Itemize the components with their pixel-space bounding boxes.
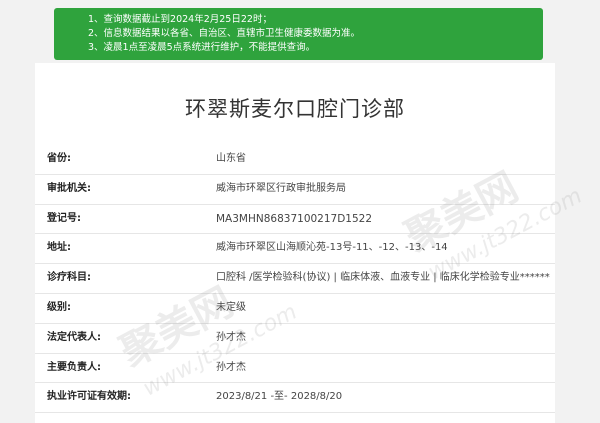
row-label: 法定代表人: xyxy=(47,331,101,343)
row-label: 主要负责人: xyxy=(47,361,101,373)
notice-banner: 1、查询数据截止到2024年2月25日22时； 2、信息数据结果以各省、自治区、… xyxy=(54,8,543,60)
table-row-principal: 主要负责人: 孙才杰 xyxy=(35,354,555,384)
table-row-authority: 审批机关: 威海市环翠区行政审批服务局 xyxy=(35,175,555,205)
table-row-province: 省份: 山东省 xyxy=(35,145,555,175)
row-label: 地址: xyxy=(47,242,71,254)
row-value: 口腔科 /医学检验科(协议) | 临床体液、血液专业 | 临床化学检验专业***… xyxy=(216,272,550,284)
row-value: 未定级 xyxy=(216,301,246,313)
row-value: 孙才杰 xyxy=(216,331,246,343)
row-value: MA3MHN86837100217D1522 xyxy=(216,212,373,225)
row-label: 诊疗科目: xyxy=(47,272,91,284)
table-row-legal-rep: 法定代表人: 孙才杰 xyxy=(35,324,555,354)
row-label: 登记号: xyxy=(47,212,81,224)
notice-line: 1、查询数据截止到2024年2月25日22时； xyxy=(88,14,272,25)
table-row-level: 级别: 未定级 xyxy=(35,294,555,324)
row-value: 孙才杰 xyxy=(216,361,246,373)
row-value: 2023/8/21 -至- 2028/8/20 xyxy=(216,391,343,403)
row-value: 威海市环翠区山海顺沁苑-13号-11、-12、-13、-14 xyxy=(216,242,448,254)
table-row-license-validity: 执业许可证有效期: 2023/8/21 -至- 2028/8/20 xyxy=(35,383,555,414)
detail-card: 环翠斯麦尔口腔门诊部 省份: 山东省 审批机关: 威海市环翠区行政审批服务局 登… xyxy=(35,63,555,423)
row-label: 执业许可证有效期: xyxy=(47,391,131,403)
notice-line: 2、信息数据结果以各省、自治区、直辖市卫生健康委数据为准。 xyxy=(88,28,361,39)
page-title: 环翠斯麦尔口腔门诊部 xyxy=(185,97,405,121)
row-label: 省份: xyxy=(47,153,71,164)
table-row-departments: 诊疗科目: 口腔科 /医学检验科(协议) | 临床体液、血液专业 | 临床化学检… xyxy=(35,264,555,294)
detail-table: 省份: 山东省 审批机关: 威海市环翠区行政审批服务局 登记号: MA3MHN8… xyxy=(35,145,555,414)
notice-line: 3、凌晨1点至凌晨5点系统进行维护，不能提供查询。 xyxy=(88,42,316,53)
table-row-address: 地址: 威海市环翠区山海顺沁苑-13号-11、-12、-13、-14 xyxy=(35,234,555,265)
row-value: 山东省 xyxy=(216,153,246,164)
table-row-registration: 登记号: MA3MHN86837100217D1522 xyxy=(35,205,555,235)
row-value: 威海市环翠区行政审批服务局 xyxy=(216,182,346,194)
row-label: 级别: xyxy=(47,301,71,313)
row-label: 审批机关: xyxy=(47,182,91,194)
